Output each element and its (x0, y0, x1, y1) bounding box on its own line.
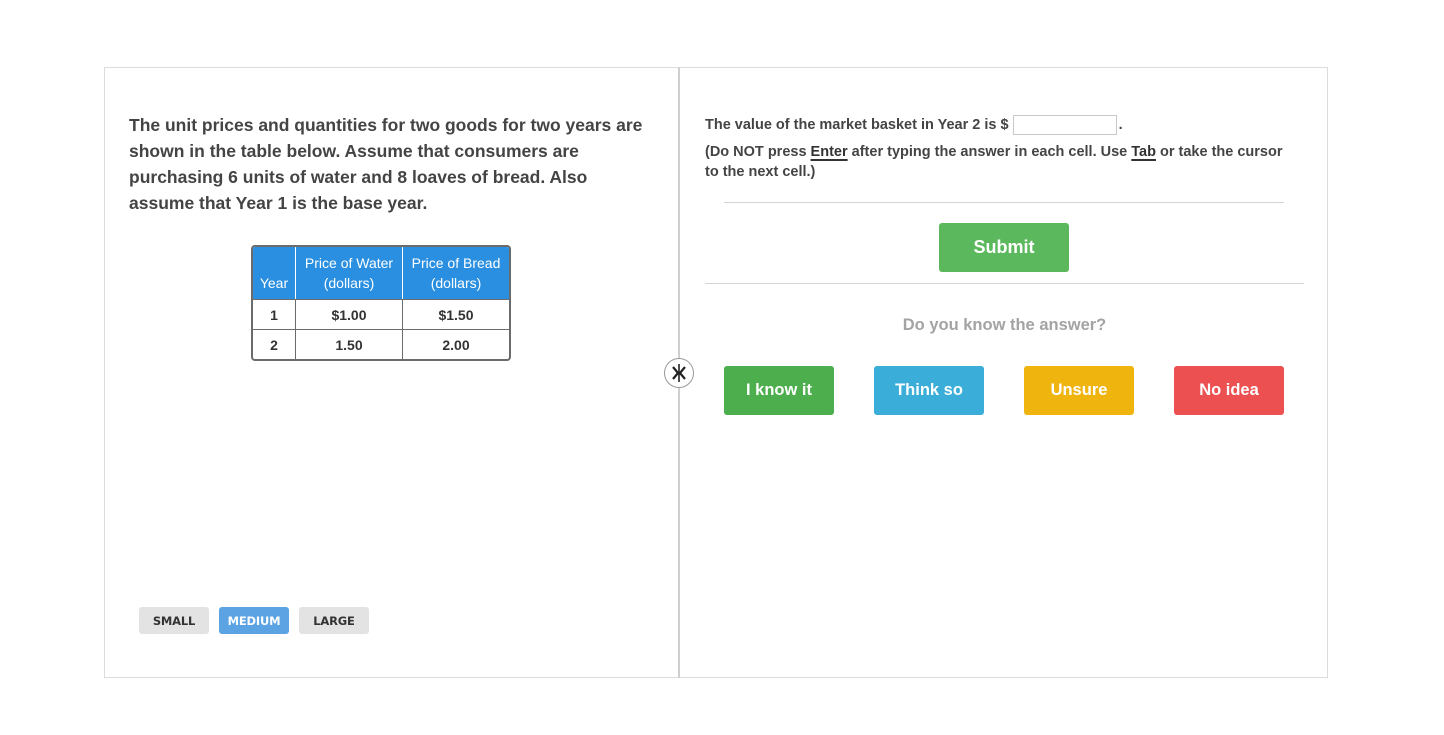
answer-prefix: The value of the market basket in Year 2… (705, 117, 1009, 133)
table-row: 2 1.50 2.00 (253, 329, 509, 359)
enter-key-label: Enter (810, 144, 848, 160)
no-idea-button[interactable]: No idea (1174, 366, 1284, 415)
think-so-button[interactable]: Think so (874, 366, 984, 415)
confidence-question: Do you know the answer? (902, 316, 1107, 334)
divider-line (724, 202, 1284, 203)
i-know-it-button[interactable]: I know it (724, 366, 834, 415)
header-price-bread-line1: Price of Bread (411, 255, 501, 271)
header-year: Year (253, 247, 296, 299)
tab-key-label: Tab (1131, 144, 1156, 160)
collapse-arrows-icon (672, 364, 686, 382)
answer-suffix: . (1118, 117, 1123, 133)
submit-button[interactable]: Submit (939, 223, 1069, 272)
question-text: The unit prices and quantities for two g… (129, 115, 643, 213)
cell-year: 1 (253, 299, 296, 329)
header-price-water-line2: (dollars) (323, 275, 375, 291)
answer-input[interactable] (1012, 115, 1117, 136)
cell-water-price: $1.00 (296, 299, 403, 329)
unsure-button[interactable]: Unsure (1024, 366, 1134, 415)
cell-bread-price: $1.50 (403, 299, 509, 329)
text-size-small-button[interactable]: SMALL (139, 607, 209, 634)
instructions-part2: after typing the answer in each cell. Us… (847, 144, 1132, 160)
pane-resize-handle[interactable] (664, 358, 694, 388)
text-size-medium-button[interactable]: MEDIUM (219, 607, 289, 634)
cell-bread-price: 2.00 (403, 329, 509, 359)
header-price-water: Price of Water (dollars) (296, 247, 403, 299)
header-price-water-line1: Price of Water (304, 255, 394, 271)
table-row: 1 $1.00 $1.50 (253, 299, 509, 329)
table-header-row: Year Price of Water (dollars) Price of B… (253, 247, 509, 299)
header-price-bread: Price of Bread (dollars) (403, 247, 509, 299)
cell-year: 2 (253, 329, 296, 359)
cell-water-price: 1.50 (296, 329, 403, 359)
price-table: Year Price of Water (dollars) Price of B… (251, 245, 511, 361)
text-size-large-button[interactable]: LARGE (299, 607, 369, 634)
instructions-part1: (Do NOT press (705, 144, 811, 160)
answer-prompt: The value of the market basket in Year 2… (705, 114, 1123, 136)
divider-line (705, 283, 1304, 284)
header-price-bread-line2: (dollars) (430, 275, 482, 291)
entry-instructions: (Do NOT press Enter after typing the ans… (705, 142, 1295, 182)
